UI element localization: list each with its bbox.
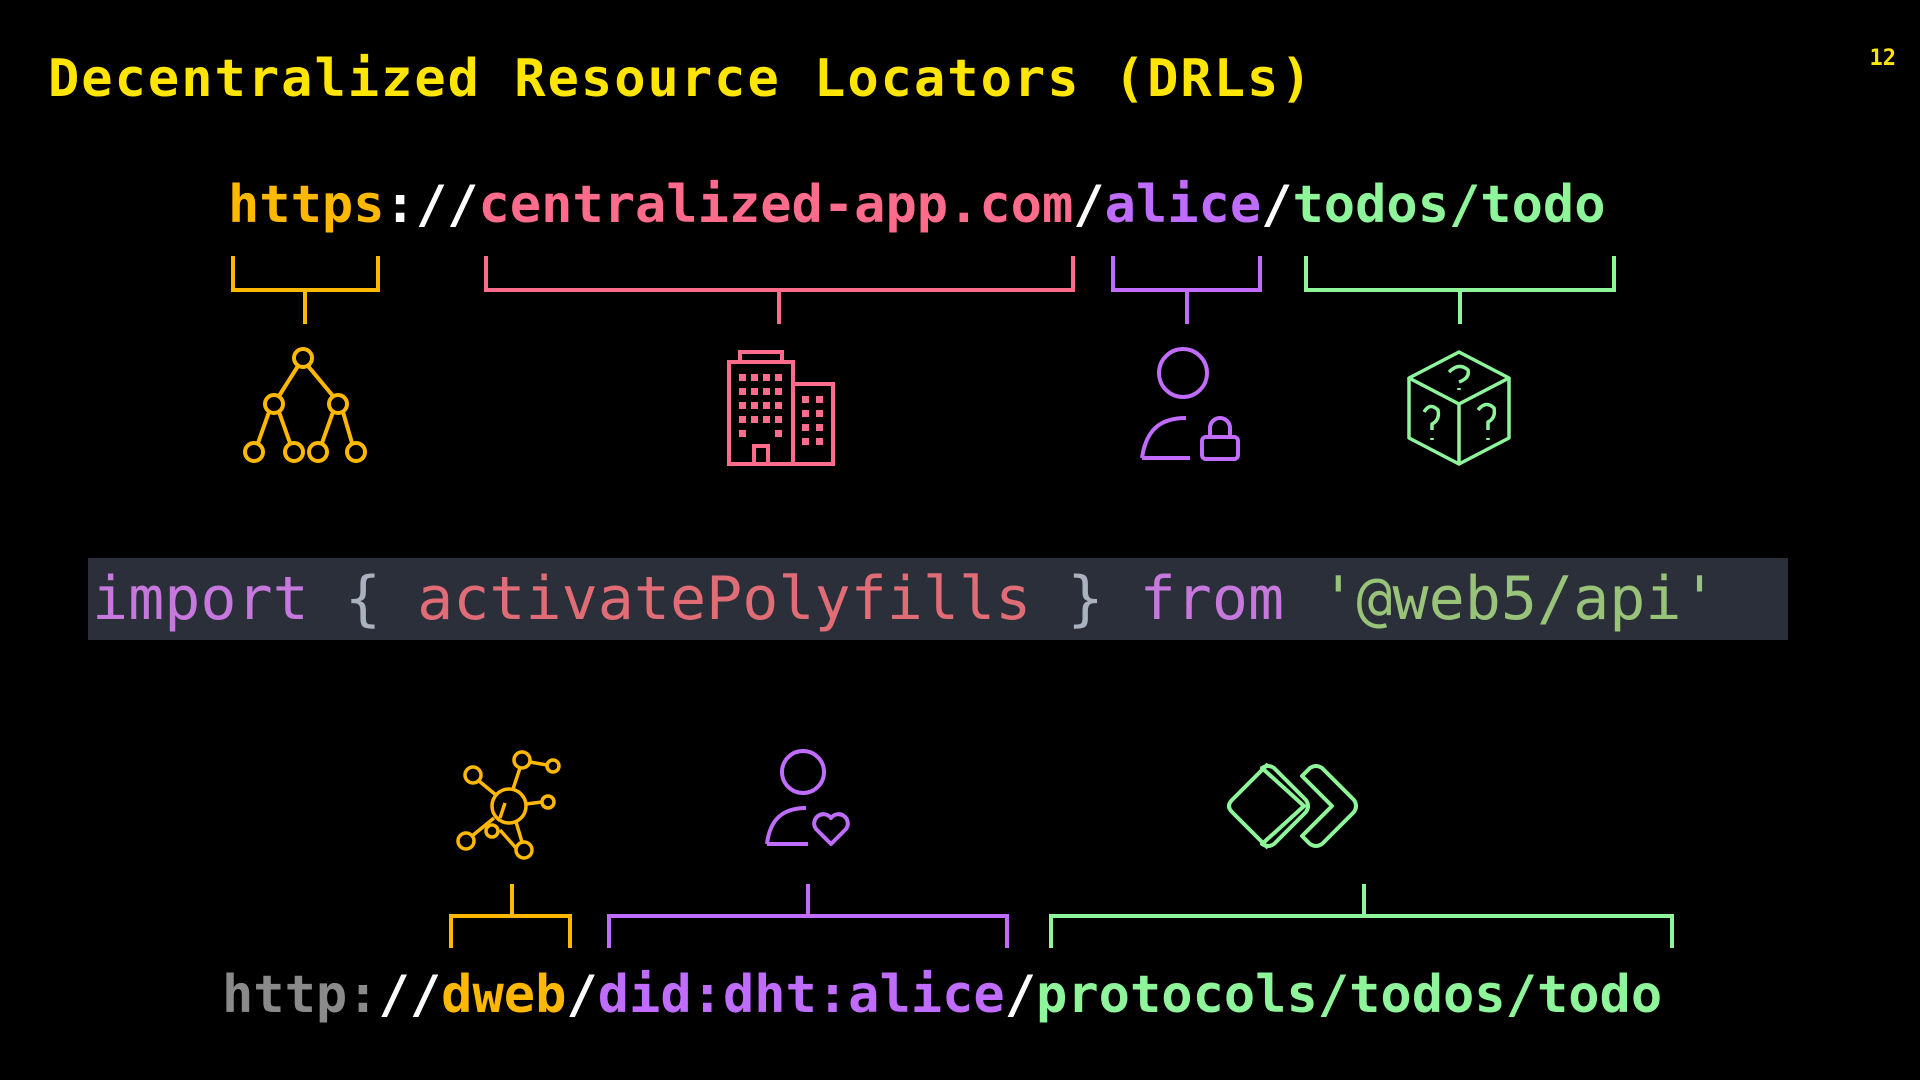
linked-diamonds-icon — [1227, 762, 1358, 850]
user-lock-icon — [1140, 347, 1240, 461]
network-nodes-icon — [456, 750, 561, 860]
path-bracket — [1304, 256, 1616, 324]
host-bracket — [449, 884, 572, 948]
scheme-bracket — [231, 256, 380, 324]
user-heart-icon — [765, 749, 850, 846]
hierarchy-tree-icon — [243, 347, 367, 463]
did-bracket — [607, 884, 1009, 948]
domain-bracket — [484, 256, 1075, 324]
user-bracket — [1111, 256, 1262, 324]
protocol-path-bracket — [1049, 884, 1674, 948]
mystery-box-icon — [1407, 350, 1511, 466]
office-building-icon — [727, 350, 835, 466]
diagram-overlay — [231, 256, 1674, 948]
